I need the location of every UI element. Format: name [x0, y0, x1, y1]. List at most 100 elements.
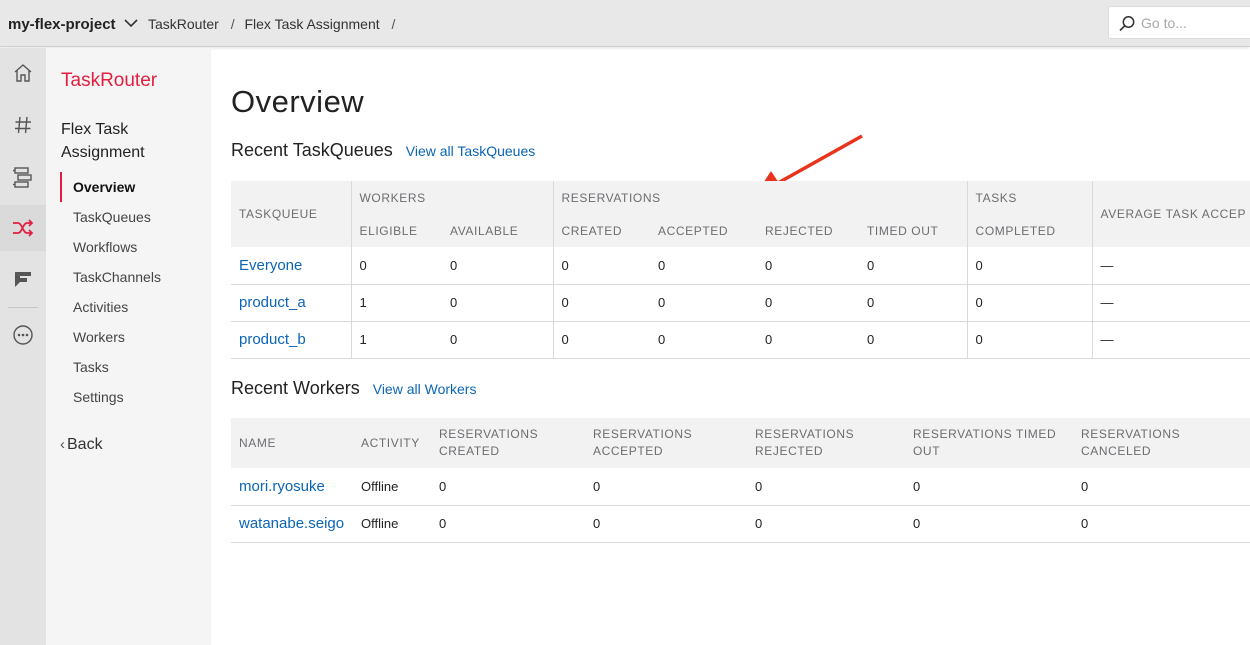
breadcrumb-taskrouter[interactable]: TaskRouter [148, 16, 219, 32]
goto-search-input[interactable] [1141, 13, 1250, 33]
worker-link[interactable]: mori.ryosuke [239, 478, 325, 495]
sidenav-item-overview[interactable]: Overview [60, 172, 211, 202]
table-row: product_a 1 0 0 0 0 0 0 — [231, 284, 1250, 322]
group-reservations: Reservations [552, 181, 968, 214]
cell-completed: 0 [966, 321, 1093, 359]
col-created: Created [552, 214, 650, 247]
more-icon[interactable] [0, 312, 46, 358]
col-accepted: Accepted [650, 214, 757, 247]
project-selector[interactable]: my-flex-project [8, 15, 138, 33]
taskqueue-link[interactable]: Everyone [239, 257, 302, 274]
cell-created: 0 [552, 247, 650, 285]
cell-accepted: 0 [650, 321, 757, 359]
breadcrumb-workspace[interactable]: Flex Task Assignment [244, 16, 379, 32]
cell-rejected: 0 [757, 321, 859, 359]
cell-eligible: 1 [350, 284, 442, 322]
cell-available: 0 [442, 284, 553, 322]
worker-link[interactable]: watanabe.seigo [239, 515, 344, 532]
col-name: Name [231, 418, 353, 468]
workers-section-header: Recent Workers View all Workers [231, 378, 476, 399]
taskrouter-icon[interactable] [0, 205, 46, 251]
taskqueue-link[interactable]: product_a [239, 294, 306, 311]
sidenav-item-taskqueues[interactable]: TaskQueues [60, 202, 211, 232]
back-link[interactable]: ‹ Back [60, 436, 103, 454]
table-row: watanabe.seigo Offline 0 0 0 0 0 5 [231, 505, 1250, 543]
workers-table: Name Activity Reservations Created Reser… [231, 418, 1250, 543]
taskqueues-section-header: Recent TaskQueues View all TaskQueues [231, 140, 535, 161]
view-all-taskqueues-link[interactable]: View all TaskQueues [406, 143, 535, 159]
cell-available: 0 [442, 321, 553, 359]
cell-res-created: 0 [431, 468, 585, 506]
cell-created: 0 [552, 284, 650, 322]
cell-average: — [1091, 284, 1250, 322]
group-workers: Workers [350, 181, 553, 214]
sidenav-item-workers[interactable]: Workers [60, 322, 211, 352]
cell-res-rejected: 0 [747, 468, 905, 506]
table-row: mori.ryosuke Offline 0 0 0 0 0 1 [231, 468, 1250, 506]
cell-res-rejected: 0 [747, 505, 905, 543]
cell-timed-out: 0 [859, 321, 968, 359]
cell-activity: Offline [353, 468, 431, 506]
product-rail [0, 48, 46, 645]
cell-accepted: 0 [650, 247, 757, 285]
sidenav-item-workflows[interactable]: Workflows [60, 232, 211, 262]
sidenav-item-taskchannels[interactable]: TaskChannels [60, 262, 211, 292]
col-reservations-canceled: Reservations Canceled [1073, 418, 1247, 468]
goto-search [1108, 6, 1250, 39]
cell-res-accepted: 0 [585, 505, 747, 543]
sidenav-title[interactable]: TaskRouter [61, 70, 157, 92]
hash-icon[interactable] [0, 102, 46, 148]
col-reservations-accepted: Reservations Accepted [585, 418, 747, 468]
cell-available: 0 [442, 247, 553, 285]
workers-heading: Recent Workers [231, 378, 360, 398]
cell-timed-out: 0 [859, 284, 968, 322]
chevron-left-icon: ‹ [60, 436, 65, 453]
rail-divider [8, 307, 38, 308]
cell-res-created: 0 [431, 505, 585, 543]
cell-res-canceled: 0 [1073, 505, 1247, 543]
cell-activity: Offline [353, 505, 431, 543]
flex-icon[interactable] [0, 256, 46, 302]
cell-rejected: 0 [757, 284, 859, 322]
studio-icon[interactable] [0, 154, 46, 200]
search-icon [1118, 15, 1136, 38]
cell-eligible: 0 [350, 247, 442, 285]
sidenav-item-activities[interactable]: Activities [60, 292, 211, 322]
top-bar: my-flex-project TaskRouter / Flex Task A… [0, 0, 1250, 47]
cell-average: — [1091, 321, 1250, 359]
cell-average: — [1091, 247, 1250, 285]
main-content: Overview Recent TaskQueues View all Task… [211, 48, 1250, 645]
taskqueues-heading: Recent TaskQueues [231, 140, 393, 160]
col-activity: Activity [353, 418, 431, 468]
page-title: Overview [231, 84, 365, 119]
home-icon[interactable] [0, 50, 46, 96]
sidenav-menu: Overview TaskQueues Workflows TaskChanne… [60, 172, 211, 412]
group-tasks: Tasks [966, 181, 1093, 214]
cell-completed: 0 [966, 284, 1093, 322]
project-name: my-flex-project [8, 16, 116, 33]
col-reservations-timed-out: Reservations Timed Out [905, 418, 1073, 468]
cell-completed: 0 [966, 247, 1093, 285]
cell-res-accepted: 0 [585, 468, 747, 506]
sidenav-item-settings[interactable]: Settings [60, 382, 211, 412]
cell-eligible: 1 [350, 321, 442, 359]
table-row: product_b 1 0 0 0 0 0 0 — [231, 321, 1250, 359]
col-eligible: Eligible [350, 214, 442, 247]
breadcrumb-separator: / [391, 16, 396, 32]
sidenav-workspace-name: Flex Task Assignment [61, 121, 145, 161]
cell-created: 0 [552, 321, 650, 359]
cell-accepted: 0 [650, 284, 757, 322]
back-label: Back [67, 436, 103, 453]
col-completed: Completed [966, 214, 1093, 247]
taskqueue-link[interactable]: product_b [239, 331, 306, 348]
breadcrumb: TaskRouter / Flex Task Assignment / [148, 16, 401, 32]
col-reservations-rejected: Reservations Rejected [747, 418, 905, 468]
taskqueues-table: TaskQueue Workers Reservations Tasks Ave… [231, 181, 1250, 359]
sidenav-item-tasks[interactable]: Tasks [60, 352, 211, 382]
col-average-task-acceptance: Average Task Accep [1091, 181, 1250, 247]
col-timed-out: Timed Out [859, 214, 968, 247]
view-all-workers-link[interactable]: View all Workers [373, 381, 477, 397]
col-taskqueue: TaskQueue [231, 181, 351, 247]
col-reservations-created: Reservations Created [431, 418, 585, 468]
chevron-down-icon [124, 15, 138, 32]
